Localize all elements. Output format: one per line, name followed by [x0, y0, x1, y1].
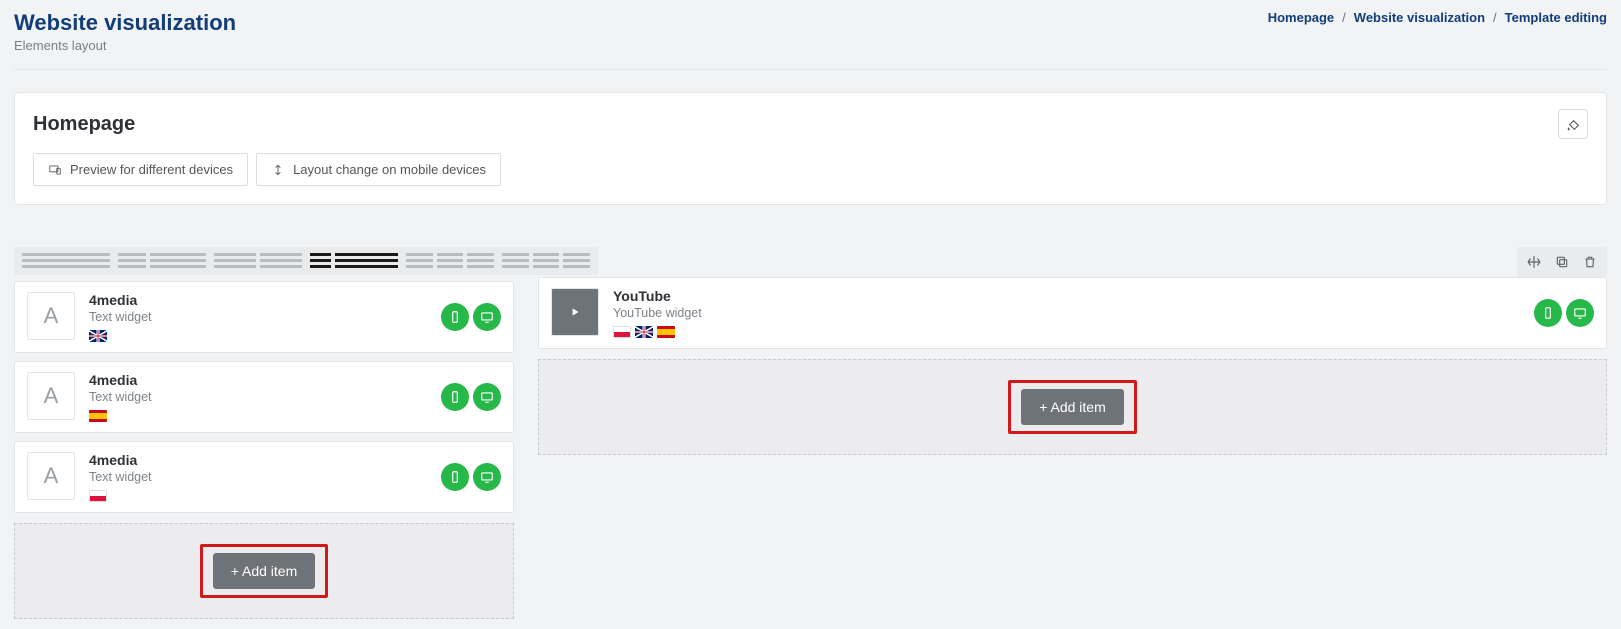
devices-icon — [48, 163, 62, 177]
mobile-enabled-icon[interactable] — [1534, 299, 1562, 327]
flag-gb-icon — [635, 326, 653, 338]
flag-gb-icon — [89, 330, 107, 342]
paint-bucket-icon — [1565, 116, 1581, 132]
vertical-arrows-icon — [271, 163, 285, 177]
add-item-button-right[interactable]: + Add item — [1021, 389, 1124, 425]
delete-column-icon[interactable] — [1579, 251, 1601, 273]
preview-devices-label: Preview for different devices — [70, 162, 233, 177]
layout-change-label: Layout change on mobile devices — [293, 162, 486, 177]
widget-title: 4media — [89, 452, 427, 468]
left-add-zone: + Add item — [14, 523, 514, 619]
breadcrumb: Homepage / Website visualization / Templ… — [1268, 10, 1607, 25]
breadcrumb-sep: / — [1342, 10, 1346, 25]
left-widget-list: A 4media Text widget A 4media — [14, 281, 514, 513]
paint-tool-button[interactable] — [1558, 109, 1588, 139]
widget-card[interactable]: A 4media Text widget — [14, 361, 514, 433]
text-widget-icon: A — [27, 452, 75, 500]
desktop-enabled-icon[interactable] — [473, 463, 501, 491]
desktop-enabled-icon[interactable] — [473, 303, 501, 331]
widget-card[interactable]: A 4media Text widget — [14, 441, 514, 513]
widget-type: YouTube widget — [613, 306, 1520, 320]
panel-title: Homepage — [33, 113, 135, 136]
widget-title: 4media — [89, 372, 427, 388]
preview-devices-button[interactable]: Preview for different devices — [33, 153, 248, 186]
layout-tab-2col-a[interactable] — [118, 253, 206, 269]
layout-tab-3col-a[interactable] — [406, 253, 494, 269]
mobile-enabled-icon[interactable] — [441, 303, 469, 331]
right-widget-list: YouTube YouTube widget — [538, 277, 1607, 349]
breadcrumb-website-visualization[interactable]: Website visualization — [1354, 10, 1485, 25]
copy-column-icon[interactable] — [1551, 251, 1573, 273]
layout-tab-2col-b[interactable] — [214, 253, 302, 269]
flag-es-icon — [89, 410, 107, 422]
flag-es-icon — [657, 326, 675, 338]
layout-change-button[interactable]: Layout change on mobile devices — [256, 153, 501, 186]
widget-card[interactable]: A 4media Text widget — [14, 281, 514, 353]
widget-type: Text widget — [89, 390, 427, 404]
desktop-enabled-icon[interactable] — [473, 383, 501, 411]
page-title: Website visualization — [14, 10, 236, 36]
widget-type: Text widget — [89, 310, 427, 324]
page-subtitle: Elements layout — [14, 38, 236, 53]
layout-tabs — [14, 247, 598, 275]
column-actions — [1517, 247, 1607, 277]
youtube-widget-icon — [551, 288, 599, 336]
move-column-icon[interactable] — [1523, 251, 1545, 273]
flag-pl-icon — [613, 326, 631, 338]
widget-title: 4media — [89, 292, 427, 308]
text-widget-icon: A — [27, 292, 75, 340]
right-add-zone: + Add item — [538, 359, 1607, 455]
mobile-enabled-icon[interactable] — [441, 383, 469, 411]
layout-tab-1col[interactable] — [22, 253, 110, 269]
widget-title: YouTube — [613, 288, 1520, 304]
layout-tab-2col-c[interactable] — [310, 253, 398, 269]
widget-card[interactable]: YouTube YouTube widget — [538, 277, 1607, 349]
breadcrumb-homepage[interactable]: Homepage — [1268, 10, 1334, 25]
add-item-button-left[interactable]: + Add item — [213, 553, 316, 589]
flag-pl-icon — [89, 490, 107, 502]
highlight-add-right: + Add item — [1008, 380, 1137, 434]
widget-type: Text widget — [89, 470, 427, 484]
breadcrumb-sep: / — [1493, 10, 1497, 25]
highlight-add-left: + Add item — [200, 544, 329, 598]
breadcrumb-template-editing[interactable]: Template editing — [1505, 10, 1607, 25]
mobile-enabled-icon[interactable] — [441, 463, 469, 491]
desktop-enabled-icon[interactable] — [1566, 299, 1594, 327]
text-widget-icon: A — [27, 372, 75, 420]
